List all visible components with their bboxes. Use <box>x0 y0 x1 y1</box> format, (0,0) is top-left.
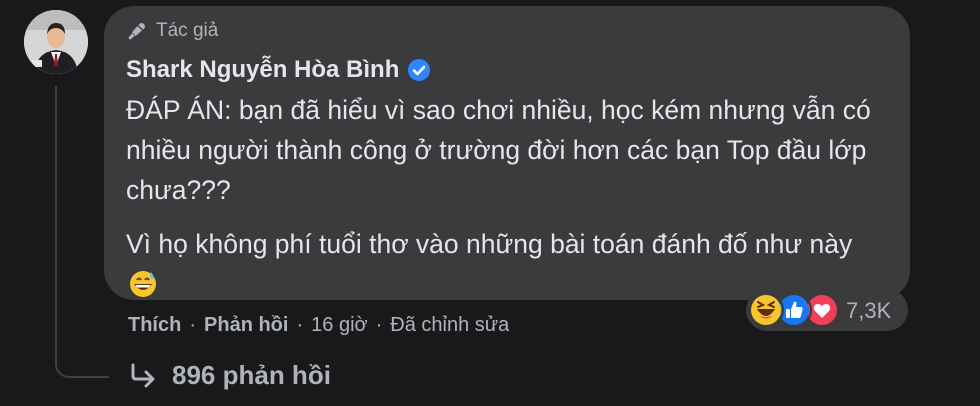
author-name[interactable]: Shark Nguyễn Hòa Bình <box>126 56 399 84</box>
verified-badge-icon <box>408 59 431 81</box>
author-name-row: Shark Nguyễn Hòa Bình <box>126 56 431 84</box>
comment-text: ĐÁP ÁN: bạn đã hiểu vì sao chơi nhiều, h… <box>126 90 886 304</box>
author-badge-label: Tác giả <box>156 20 219 41</box>
reactions-summary[interactable]: 7,3K <box>746 289 908 331</box>
author-badge: Tác giả <box>126 20 218 42</box>
comment-paragraph-text: Vì họ không phí tuổi thơ vào những bài t… <box>126 229 853 259</box>
reply-arrow-icon <box>131 363 155 387</box>
comment-bubble: Tác giả Shark Nguyễn Hòa Bình ĐÁP ÁN: bạ… <box>104 6 910 300</box>
comment-actions: Thích · Phản hồi · 16 giờ · Đã chỉnh sửa <box>128 314 509 337</box>
reaction-count: 7,3K <box>846 298 892 323</box>
grinning-sweat-emoji-icon <box>130 271 156 297</box>
timestamp-link[interactable]: 16 giờ <box>311 314 367 337</box>
comment-paragraph: ĐÁP ÁN: bạn đã hiểu vì sao chơi nhiều, h… <box>126 95 871 205</box>
haha-icon <box>748 292 784 328</box>
thread-line <box>55 86 109 378</box>
microphone-icon <box>128 23 145 40</box>
separator-dot: · <box>375 314 383 336</box>
view-replies-button[interactable]: 896 phản hồi <box>128 360 331 391</box>
separator-dot: · <box>189 314 197 336</box>
reply-button[interactable]: Phản hồi <box>204 314 288 337</box>
like-button[interactable]: Thích <box>128 314 181 337</box>
avatar-image <box>24 10 88 74</box>
replies-count-label: 896 phản hồi <box>172 360 331 390</box>
edited-label[interactable]: Đã chỉnh sửa <box>390 314 509 337</box>
separator-dot: · <box>296 314 304 336</box>
avatar[interactable] <box>24 10 88 74</box>
